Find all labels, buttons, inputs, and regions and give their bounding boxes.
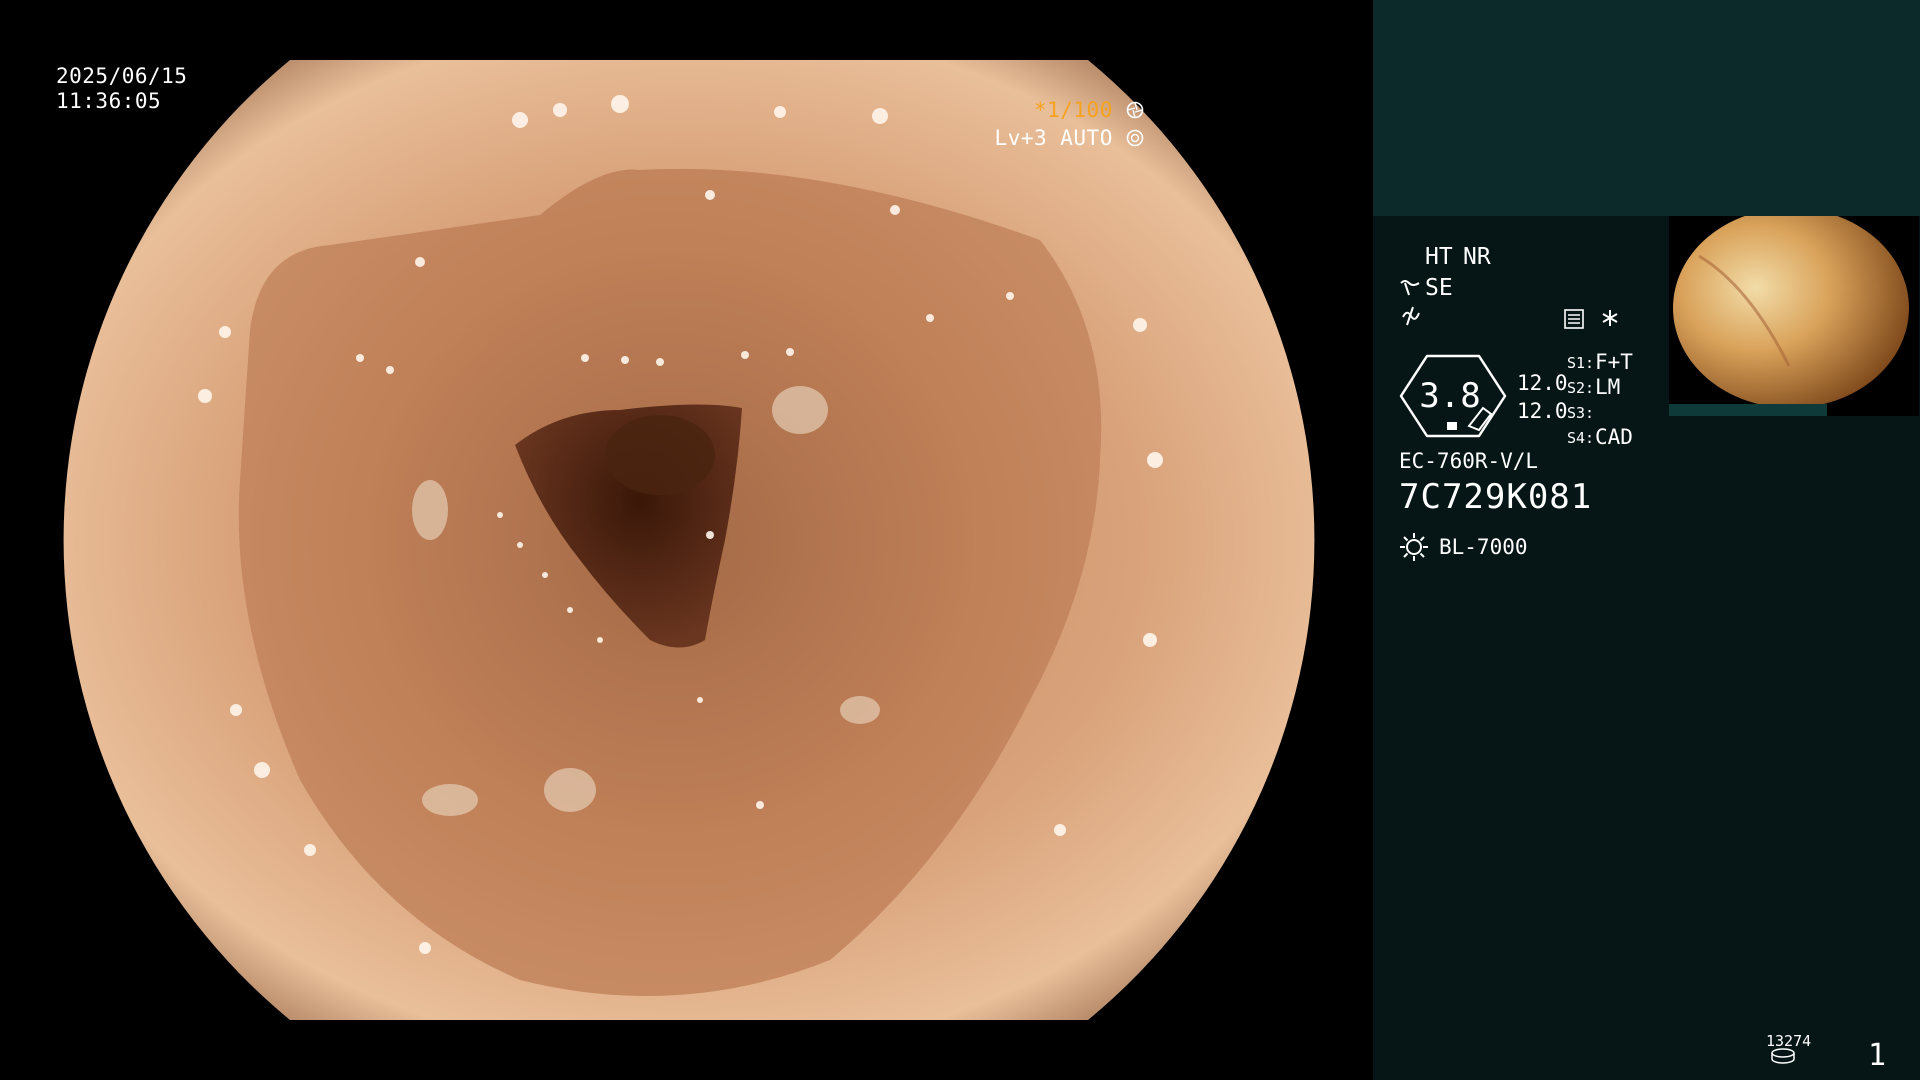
scope-serial-number: 7C729K081: [1399, 477, 1593, 517]
shutter-value: *1/100: [1033, 98, 1113, 122]
se-indicator: SE: [1425, 275, 1453, 301]
aperture-icon: [1126, 101, 1144, 119]
switch-4-value: CAD: [1595, 425, 1633, 449]
structure-enhance-icon: [1400, 280, 1420, 296]
endoscopic-colon-image: [63, 60, 1315, 1020]
thumbnail-image: [1669, 216, 1919, 416]
time-readout: 11:36:05: [56, 89, 162, 113]
switch-1-label: S1:: [1567, 354, 1595, 372]
light-source-model: BL-7000: [1439, 535, 1528, 559]
date-readout: 2025/06/15: [56, 64, 188, 88]
shutter-speed-readout: *1/100: [1034, 98, 1144, 123]
nr-indicator: NR: [1463, 244, 1491, 270]
brightness-level-readout: Lv+3 AUTO: [995, 126, 1144, 151]
memory-icon: [1564, 309, 1584, 329]
thumbnail-status-strip: [1669, 404, 1827, 416]
level-value: Lv+3 AUTO: [994, 126, 1113, 150]
switch-4-label: S4:: [1567, 429, 1595, 447]
storage-icon: [1771, 1048, 1795, 1064]
image-counter: 13274: [1766, 1032, 1812, 1050]
endoscope-view: 2025/06/15 11:36:05 *1/100 Lv+3 AUTO: [0, 0, 1372, 1080]
page-number: 1: [1868, 1038, 1887, 1073]
gauge-value: 3.8: [1419, 376, 1481, 416]
picture-in-picture-thumbnail[interactable]: [1669, 216, 1919, 416]
setting-value-a: 12.0: [1517, 371, 1568, 395]
setting-value-b: 12.0: [1517, 399, 1568, 423]
switch-1-value: F+T: [1595, 350, 1633, 374]
switch-2-label: S2:: [1567, 379, 1595, 397]
asterisk-icon: [1602, 310, 1618, 326]
switch-2-value: LM: [1595, 375, 1621, 399]
info-panel-header-area: [1373, 0, 1920, 216]
scope-model: EC-760R-V/L: [1399, 449, 1539, 473]
ht-indicator: HT: [1425, 244, 1453, 270]
info-panel: HT NR SE 3.8 12.0 12.0 S1: F+T S2: LM S3…: [1373, 0, 1920, 1080]
edge-enhance-icon: [1402, 306, 1420, 326]
iris-icon: [1126, 129, 1144, 147]
light-source-icon: [1400, 533, 1428, 561]
switch-3-label: S3:: [1567, 404, 1595, 422]
